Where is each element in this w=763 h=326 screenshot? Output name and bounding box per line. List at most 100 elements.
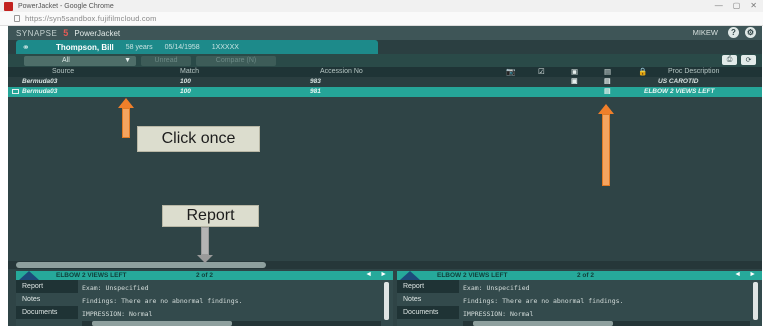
filter-value: All: [62, 57, 70, 64]
cell-source: Bermuda03: [22, 78, 58, 85]
grid-horizontal-scrollbar[interactable]: [8, 261, 762, 269]
scrollbar-thumb[interactable]: [473, 321, 613, 326]
camera-icon[interactable]: 📷: [506, 67, 515, 76]
pane-tab-report[interactable]: Report: [397, 280, 459, 293]
report-line: Exam: Unspecified: [82, 284, 149, 292]
patient-dob: 05/14/1958: [164, 43, 200, 51]
link-icon[interactable]: ⚭: [22, 42, 42, 53]
report-callout: Report: [162, 205, 259, 227]
app-favicon-icon: [4, 1, 13, 11]
report-pane-left: ELBOW 2 VIEWS LEFT 2 of 2 ◄ ► Report Not…: [16, 271, 393, 326]
pane-title-bar: ELBOW 2 VIEWS LEFT 2 of 2 ◄ ►: [16, 271, 393, 280]
patient-name: Thompson, Bill: [56, 42, 114, 52]
scrollbar-thumb[interactable]: [92, 321, 232, 326]
maximize-button[interactable]: ▢: [733, 1, 741, 10]
pane-tab-notes[interactable]: Notes: [16, 293, 78, 306]
pane-title: ELBOW 2 VIEWS LEFT: [56, 272, 127, 279]
annotation-arrow-up-icon: [598, 104, 614, 186]
cell-match: 100: [180, 78, 191, 85]
pane-horizontal-scrollbar[interactable]: [463, 321, 750, 326]
pane-tab-notes[interactable]: Notes: [397, 293, 459, 306]
next-arrow-icon[interactable]: ►: [749, 271, 756, 278]
report-text: Exam: Unspecified Findings: There are no…: [463, 282, 623, 321]
next-arrow-icon[interactable]: ►: [380, 271, 387, 278]
filter-toolbar: All ▼ Unread Compare (N) ⎙ ⟳: [8, 54, 762, 67]
pane-side-menu: Report Notes Documents: [16, 280, 78, 326]
unread-button[interactable]: Unread: [141, 55, 191, 66]
annotation-arrow-down-icon: [197, 227, 213, 263]
col-match[interactable]: Match: [180, 68, 199, 75]
row-select-checkbox[interactable]: [12, 89, 19, 94]
refresh-icon[interactable]: ⟳: [741, 55, 756, 65]
brand-name: SYNAPSE: [16, 28, 58, 38]
image-icon[interactable]: ▣: [571, 77, 578, 85]
close-button[interactable]: ✕: [750, 1, 757, 10]
pane-count: 2 of 2: [196, 272, 213, 279]
scrollbar-thumb[interactable]: [16, 262, 266, 268]
table-row[interactable]: Bermuda03 100 983 ▣ ▤ US CAROTID: [8, 77, 762, 87]
exam-filter-select[interactable]: All ▼: [24, 55, 136, 66]
report-pane-right: ELBOW 2 VIEWS LEFT 2 of 2 ◄ ► Report Not…: [397, 271, 762, 326]
pane-tab-report[interactable]: Report: [16, 280, 78, 293]
pane-vertical-scrollbar[interactable]: [384, 282, 389, 320]
study-grid-header: Source Match Accession No 📷 ☑ ▣ ▤ 🔒 Proc…: [8, 67, 762, 77]
report-line: Findings: There are no abnormal findings…: [82, 297, 243, 305]
browser-title-bar: PowerJacket - Google Chrome — ▢ ✕: [0, 0, 763, 12]
prev-arrow-icon[interactable]: ◄: [734, 271, 741, 278]
cell-accession: 981: [310, 88, 321, 95]
pane-title: ELBOW 2 VIEWS LEFT: [437, 272, 508, 279]
help-icon[interactable]: ?: [728, 27, 739, 38]
pane-count: 2 of 2: [577, 272, 594, 279]
cell-match: 100: [180, 88, 191, 95]
annotation-arrow-up-icon: [118, 98, 134, 138]
patient-mrn: 1XXXXX: [211, 43, 239, 51]
address-bar[interactable]: https://syn5sandbox.fujifilmcloud.com: [0, 12, 763, 26]
pane-horizontal-scrollbar[interactable]: [82, 321, 381, 326]
report-line: Exam: Unspecified: [463, 284, 530, 292]
prev-arrow-icon[interactable]: ◄: [365, 271, 372, 278]
col-proc-description[interactable]: Proc Description: [668, 68, 719, 75]
brand-logo-icon: 5: [63, 28, 69, 38]
app-title: PowerJacket: [74, 28, 121, 38]
col-accession[interactable]: Accession No: [320, 68, 363, 75]
pane-side-menu: Report Notes Documents: [397, 280, 459, 326]
report-icon[interactable]: ▤: [604, 87, 611, 95]
image-icon[interactable]: ▣: [571, 67, 578, 76]
pane-title-bar: ELBOW 2 VIEWS LEFT 2 of 2 ◄ ►: [397, 271, 762, 280]
cell-proc-description: ELBOW 2 VIEWS LEFT: [644, 88, 715, 95]
document-icon[interactable]: ▤: [604, 67, 611, 76]
patient-bar: ⚭ Thompson, Bill 58 years 05/14/1958 1XX…: [8, 40, 762, 54]
powerjacket-app: SYNAPSE 5 PowerJacket MIKEW ? ⚙ ⚭ Thomps…: [8, 26, 762, 326]
report-line: Findings: There are no abnormal findings…: [463, 297, 624, 305]
report-text: Exam: Unspecified Findings: There are no…: [82, 282, 242, 321]
settings-gear-icon[interactable]: ⚙: [745, 27, 756, 38]
browser-title: PowerJacket - Google Chrome: [18, 2, 114, 10]
patient-tab[interactable]: ⚭ Thompson, Bill 58 years 05/14/1958 1XX…: [16, 40, 378, 54]
user-menu[interactable]: MIKEW: [693, 28, 718, 37]
cell-proc-description: US CAROTID: [658, 78, 699, 85]
window-controls: — ▢ ✕: [715, 1, 757, 10]
pane-tab-documents[interactable]: Documents: [16, 306, 78, 319]
fuji-logo-icon: [19, 271, 39, 280]
url-text[interactable]: https://syn5sandbox.fujifilmcloud.com: [25, 14, 157, 23]
pane-tab-documents[interactable]: Documents: [397, 306, 459, 319]
cell-source: Bermuda03: [22, 88, 58, 95]
table-row-selected[interactable]: Bermuda03 100 981 ▤ ELBOW 2 VIEWS LEFT: [8, 87, 762, 97]
minimize-button[interactable]: —: [715, 1, 723, 10]
print-icon[interactable]: ⎙: [722, 55, 737, 65]
col-source[interactable]: Source: [52, 68, 74, 75]
compare-button[interactable]: Compare (N): [196, 55, 276, 66]
report-icon[interactable]: ▤: [604, 77, 611, 85]
patient-age: 58 years: [125, 43, 153, 51]
lock-icon: [14, 15, 20, 22]
cell-accession: 983: [310, 78, 321, 85]
click-once-callout: Click once: [137, 126, 260, 152]
app-header: SYNAPSE 5 PowerJacket MIKEW ? ⚙: [8, 26, 762, 40]
pane-vertical-scrollbar[interactable]: [753, 282, 758, 320]
checkbox-icon[interactable]: ☑: [538, 67, 545, 76]
report-line: IMPRESSION: Normal: [463, 310, 534, 318]
report-line: IMPRESSION: Normal: [82, 310, 153, 318]
chevron-down-icon: ▼: [124, 56, 131, 64]
fuji-logo-icon: [400, 271, 420, 280]
lock-icon[interactable]: 🔒: [638, 67, 647, 76]
